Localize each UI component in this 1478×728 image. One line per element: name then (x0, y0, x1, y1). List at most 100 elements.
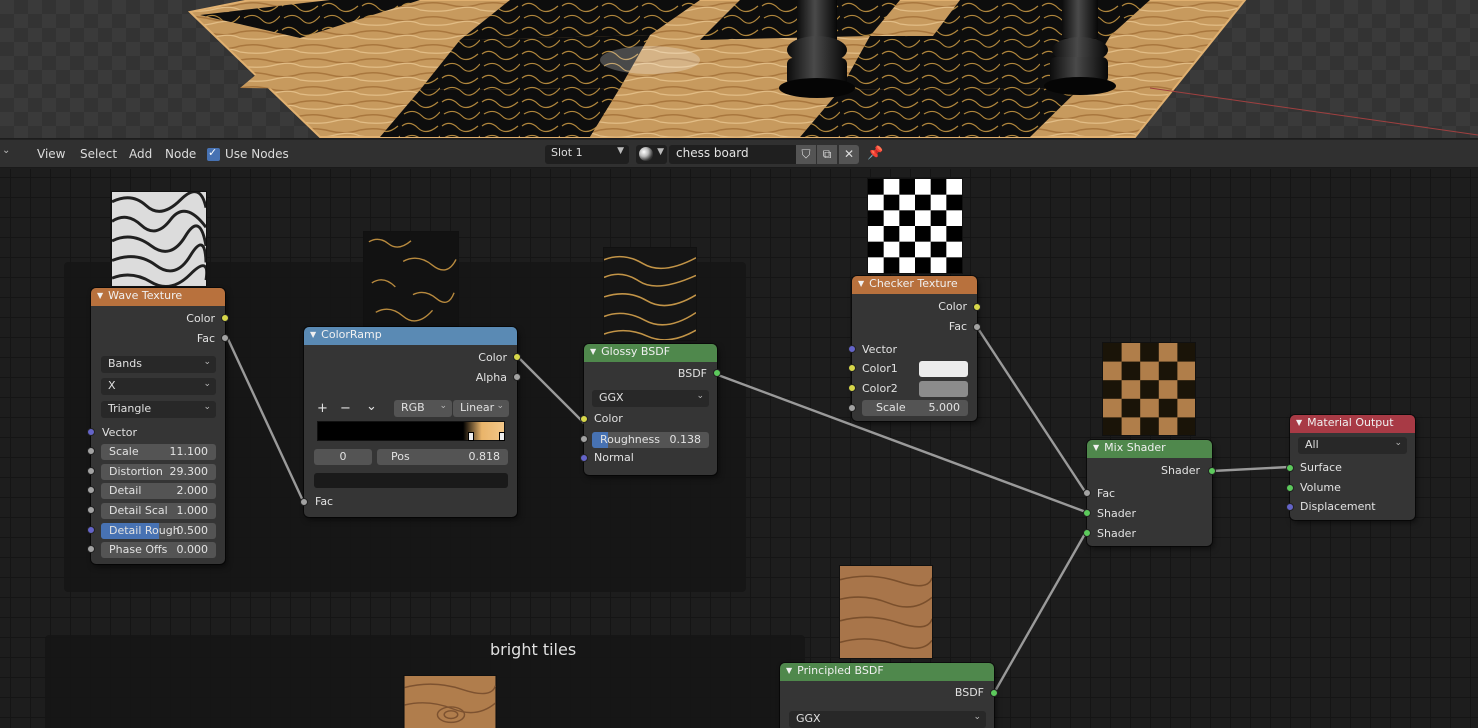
browse-material-button[interactable]: ▼ (636, 145, 667, 164)
field-value: 2.000 (176, 484, 209, 497)
collapse-triangle-icon[interactable]: ▼ (786, 666, 792, 675)
ramp-options-button[interactable]: ⌄ (366, 399, 377, 414)
checker-texture-node[interactable]: ▼ Checker Texture Color Fac Vector Color1… (848, 276, 981, 421)
remove-stop-button[interactable]: − (340, 401, 351, 416)
socket-color1-in[interactable] (848, 364, 856, 372)
wave-direction-dropdown[interactable]: X ⌄ (101, 378, 216, 395)
mix-shader-node[interactable]: ▼ Mix Shader Shader Fac Shader Shader (1083, 440, 1216, 546)
principled-bsdf-node[interactable]: ▼ Principled BSDF BSDF GGX ⌄ (780, 663, 998, 728)
stop-index-field[interactable]: 0 (314, 449, 372, 465)
collapse-triangle-icon[interactable]: ▼ (1296, 418, 1302, 427)
socket-vector-in[interactable] (848, 345, 856, 353)
ramp-stop-handle[interactable] (468, 432, 474, 441)
glossy-bsdf-header[interactable]: ▼ Glossy BSDF (584, 344, 717, 362)
color-ramp-header[interactable]: ▼ ColorRamp (304, 327, 517, 345)
detail-scale-field[interactable]: Detail Scal 1.000 (101, 503, 216, 519)
unlink-material-close-icon[interactable]: ✕ (839, 145, 859, 164)
menu-select[interactable]: Select (80, 147, 117, 161)
color-ramp-node[interactable]: ▼ ColorRamp Color Alpha + − ⌄ RGB ⌄ Linear… (300, 327, 521, 517)
color-mode-dropdown[interactable]: RGB ⌄ (394, 400, 452, 417)
detail-roughness-field[interactable]: Detail Rough 0.500 (101, 523, 216, 539)
socket-detail-roughness-in[interactable] (87, 526, 95, 534)
phase-offset-field[interactable]: Phase Offs 0.000 (101, 542, 216, 558)
use-nodes-checkbox[interactable] (207, 146, 220, 161)
input-fac: Fac (1097, 487, 1116, 500)
output-color: Color (478, 351, 507, 364)
collapse-triangle-icon[interactable]: ▼ (310, 330, 316, 339)
color1-swatch[interactable] (919, 361, 968, 377)
socket-displacement-in[interactable] (1286, 503, 1294, 511)
socket-shader2-in[interactable] (1083, 529, 1091, 537)
socket-alpha-out[interactable] (513, 373, 521, 381)
wave-texture-node[interactable]: ▼ Wave Texture Color Fac Bands ⌄ X ⌄ Triang… (87, 288, 229, 564)
socket-scale-in[interactable] (848, 404, 856, 412)
color-ramp-gradient[interactable] (317, 421, 505, 441)
socket-bsdf-out[interactable] (713, 369, 721, 377)
collapse-triangle-icon[interactable]: ▼ (97, 291, 103, 300)
socket-shader1-in[interactable] (1083, 509, 1091, 517)
ramp-stop-handle[interactable] (499, 432, 505, 441)
scale-field[interactable]: Scale 5.000 (862, 400, 968, 416)
material-output-header[interactable]: ▼ Material Output (1290, 415, 1415, 433)
slot-dropdown[interactable]: Slot 1 ▼ (545, 145, 629, 164)
socket-color-in[interactable] (580, 415, 588, 423)
output-target-dropdown[interactable]: All ⌄ (1298, 437, 1407, 454)
socket-color-out[interactable] (221, 314, 229, 322)
socket-surface-in[interactable] (1286, 464, 1294, 472)
node-editor-canvas[interactable]: bright tiles ▼ Wave Texture Color Fac Ba… (0, 169, 1478, 728)
node-title: Material Output (1307, 416, 1394, 429)
menu-node[interactable]: Node (165, 147, 196, 161)
menu-add[interactable]: Add (129, 147, 152, 161)
distribution-dropdown[interactable]: GGX ⌄ (592, 390, 709, 407)
socket-color-out[interactable] (513, 353, 521, 361)
scale-field[interactable]: Scale 11.100 (101, 444, 216, 460)
wave-profile-dropdown[interactable]: Triangle ⌄ (101, 401, 216, 418)
socket-fac-in[interactable] (300, 498, 308, 506)
roughness-field[interactable]: Roughness 0.138 (592, 432, 709, 448)
collapse-triangle-icon[interactable]: ▼ (858, 279, 864, 288)
socket-vector-in[interactable] (87, 428, 95, 436)
collapse-triangle-icon[interactable]: ▼ (1093, 443, 1099, 452)
3d-viewport[interactable] (0, 0, 1478, 138)
socket-detail-scale-in[interactable] (87, 506, 95, 514)
menu-view[interactable]: View (37, 147, 65, 161)
collapse-triangle-icon[interactable]: ▼ (590, 347, 596, 356)
editor-type-chevron-icon[interactable]: ⌄ (2, 145, 22, 163)
socket-volume-in[interactable] (1286, 484, 1294, 492)
socket-fac-in[interactable] (1083, 489, 1091, 497)
field-value: 0.818 (468, 450, 501, 463)
wave-type-dropdown[interactable]: Bands ⌄ (101, 356, 216, 373)
chevron-down-icon: ▼ (617, 146, 624, 156)
fake-user-shield-icon[interactable]: ⛉ (796, 145, 816, 164)
socket-phase-offset-in[interactable] (87, 545, 95, 553)
wave-texture-header[interactable]: ▼ Wave Texture (91, 288, 225, 306)
socket-roughness-in[interactable] (580, 435, 588, 443)
glossy-bsdf-node[interactable]: ▼ Glossy BSDF BSDF GGX ⌄ Color Roughness 0.… (580, 344, 721, 475)
socket-scale-in[interactable] (87, 447, 95, 455)
stop-position-field[interactable]: Pos 0.818 (377, 449, 508, 465)
socket-distortion-in[interactable] (87, 467, 95, 475)
socket-color2-in[interactable] (848, 384, 856, 392)
principled-bsdf-header[interactable]: ▼ Principled BSDF (780, 663, 994, 681)
material-name-field[interactable]: chess board (669, 145, 796, 164)
detail-field[interactable]: Detail 2.000 (101, 483, 216, 499)
socket-normal-in[interactable] (580, 454, 588, 462)
socket-detail-in[interactable] (87, 486, 95, 494)
mix-shader-header[interactable]: ▼ Mix Shader (1087, 440, 1212, 458)
socket-bsdf-out[interactable] (990, 689, 998, 697)
checker-texture-header[interactable]: ▼ Checker Texture (852, 276, 977, 294)
socket-color-out[interactable] (973, 303, 981, 311)
pin-icon[interactable]: 📌 (867, 146, 883, 161)
duplicate-material-icon[interactable]: ⧉ (817, 145, 837, 164)
field-value: 0.138 (669, 433, 702, 446)
material-output-node[interactable]: ▼ Material Output All ⌄ Surface Volume Dis… (1286, 415, 1415, 520)
distribution-dropdown[interactable]: GGX ⌄ (789, 711, 986, 728)
socket-shader-out[interactable] (1208, 467, 1216, 475)
distortion-field[interactable]: Distortion 29.300 (101, 464, 216, 480)
socket-fac-out[interactable] (221, 334, 229, 342)
interpolation-dropdown[interactable]: Linear ⌄ (453, 400, 509, 417)
add-stop-button[interactable]: + (317, 401, 328, 416)
stop-color-swatch[interactable] (314, 473, 508, 488)
color2-swatch[interactable] (919, 381, 968, 397)
socket-fac-out[interactable] (973, 323, 981, 331)
